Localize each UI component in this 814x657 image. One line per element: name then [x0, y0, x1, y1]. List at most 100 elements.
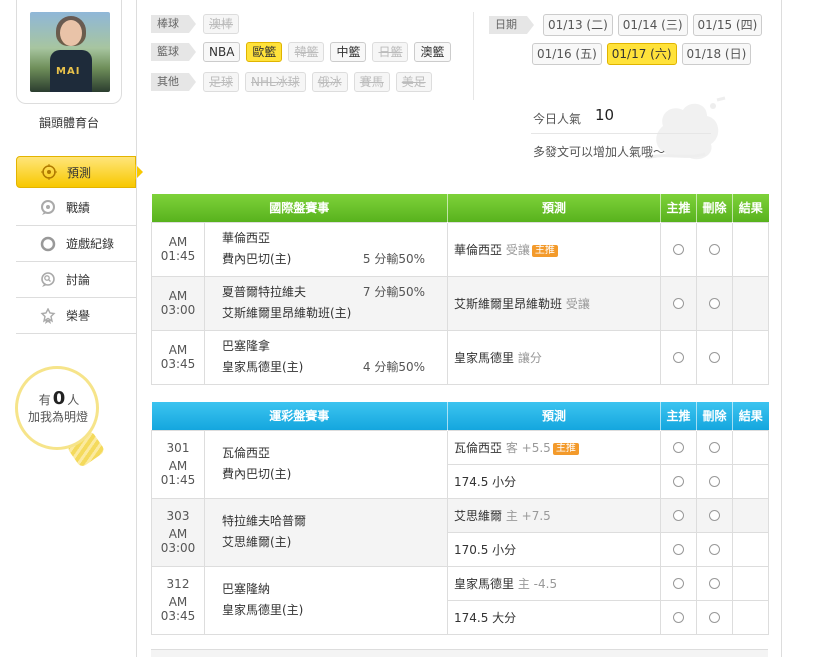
header-result: 結果: [732, 402, 769, 430]
header-game: 運彩盤賽事: [151, 402, 449, 430]
team-home: 費內巴切(主): [222, 252, 292, 266]
avatar-card: MAI: [16, 0, 122, 104]
team-away: 巴塞隆拿: [222, 339, 271, 353]
game-number: 301: [166, 441, 190, 455]
game-time: 301 AM 01:45: [151, 429, 205, 499]
nav-item-game-history[interactable]: 遊戲紀錄: [16, 226, 136, 262]
avatar[interactable]: MAI: [30, 12, 110, 92]
filter-euro-basketball[interactable]: 歐籃: [246, 42, 283, 62]
nav-item-record[interactable]: 戰績: [16, 190, 136, 226]
delete-radio[interactable]: [709, 544, 721, 555]
prediction-total: 174.5 大分: [454, 610, 517, 625]
header-main: 主推: [660, 402, 698, 430]
popularity-divider: [531, 133, 711, 134]
main-pick-radio[interactable]: [673, 612, 685, 623]
date-0114[interactable]: 01/14 (三): [617, 14, 688, 36]
main-pick-radio[interactable]: [673, 476, 685, 487]
followers-count: 有0人: [38, 388, 80, 409]
filter-nhl[interactable]: NHL冰球: [245, 72, 306, 92]
team-home: 費內巴切(主): [222, 467, 292, 481]
nav-item-label: 遊戲紀錄: [66, 237, 115, 251]
table-row: 303 AM 03:00 特拉維夫哈普爾 艾思維爾(主) 艾思維爾 主 +7.5: [151, 497, 770, 567]
date-tag: 日期: [489, 16, 534, 34]
filter-horse-racing[interactable]: 賽馬: [353, 72, 390, 92]
team-away: 瓦倫西亞: [222, 446, 271, 460]
main-pick-radio[interactable]: [673, 510, 685, 521]
result-cell: [732, 565, 770, 601]
filter-aus-baseball[interactable]: 澳棒: [203, 14, 240, 34]
header-delete: 刪除: [696, 402, 734, 430]
date-0115[interactable]: 01/15 (四): [692, 14, 763, 36]
main-pick-radio[interactable]: [673, 544, 685, 555]
filter-row-baseball: 棒球 澳棒: [151, 14, 245, 34]
filter-nba[interactable]: NBA: [203, 42, 241, 62]
delete-radio[interactable]: [709, 442, 721, 453]
team-line: 皇家馬德里(主) 4 分輸50%: [222, 357, 447, 378]
prediction: 華倫西亞 受讓 主推: [447, 221, 662, 277]
table-header-row: 國際盤賽事 預測 主推 刪除 結果: [151, 194, 769, 222]
game-odds: 5 分輸50%: [362, 252, 426, 266]
delete-radio[interactable]: [709, 298, 721, 309]
main-pick-radio[interactable]: [673, 578, 685, 589]
filter-soccer[interactable]: 足球: [203, 72, 240, 92]
table-header-row: 運彩盤賽事 預測 主推 刪除 結果: [151, 402, 769, 430]
delete-radio[interactable]: [709, 578, 721, 589]
filter-aus-basketball[interactable]: 澳籃: [414, 42, 451, 62]
filter-american-football[interactable]: 美足: [395, 72, 432, 92]
main-pick-radio[interactable]: [673, 352, 685, 363]
main-pick-cell: [660, 429, 698, 465]
game-time-text: AM 03:45: [160, 595, 196, 623]
delete-cell: [696, 497, 734, 533]
prediction: 174.5 大分: [447, 599, 662, 635]
delete-radio[interactable]: [709, 244, 721, 255]
date-0116[interactable]: 01/16 (五): [532, 43, 602, 65]
filter-russia-hockey[interactable]: 俄冰: [311, 72, 348, 92]
game-time: AM 03:45: [151, 329, 205, 385]
main-pick-cell: [660, 329, 698, 385]
delete-radio[interactable]: [709, 476, 721, 487]
filter-row-other: 其他 足球 NHL冰球 俄冰 賽馬 美足: [151, 72, 438, 92]
game-teams: 夏普爾特拉維夫 7 分輸50% 艾斯維爾里昂維勒班(主): [203, 275, 449, 331]
date-0118[interactable]: 01/18 (日): [681, 43, 752, 65]
delete-cell: [696, 463, 734, 499]
main-pick-radio[interactable]: [673, 298, 685, 309]
sidebar: MAI 韻頭體育台 預測 戰績 遊戲紀錄 討論 榮譽 有 0 人 加我為明燈: [0, 0, 143, 657]
filter-china-basketball[interactable]: 中籃: [330, 42, 367, 62]
team-line: 費內巴切(主) 5 分輸50%: [222, 249, 447, 270]
light-bulb-widget[interactable]: 有0人 加我為明燈: [15, 366, 107, 476]
sidebar-nav: 預測 戰績 遊戲紀錄 討論 榮譽: [16, 156, 143, 334]
date-0117[interactable]: 01/17 (六): [606, 43, 677, 65]
delete-radio[interactable]: [709, 510, 721, 521]
result-cell: [732, 531, 770, 567]
nav-item-predict[interactable]: 預測: [16, 156, 143, 188]
nav-item-label: 戰績: [66, 201, 91, 215]
date-0113[interactable]: 01/13 (二): [543, 14, 613, 36]
nav-item-discuss[interactable]: 討論: [16, 262, 136, 298]
filter-tag-basketball: 籃球: [151, 43, 196, 61]
team-away: 夏普爾特拉維夫: [222, 285, 307, 299]
profile-nickname: 韻頭體育台: [38, 116, 99, 130]
nav-item-honor[interactable]: 榮譽: [16, 298, 136, 334]
main-pick-badge: 主推: [531, 244, 558, 257]
prediction-team: 艾思維爾: [454, 508, 503, 523]
delete-cell: [696, 221, 734, 277]
main-pick-radio[interactable]: [673, 244, 685, 255]
delete-cell: [696, 531, 734, 567]
team-away: 特拉維夫哈普爾: [222, 514, 307, 528]
prediction-line: 主 -4.5: [517, 576, 558, 591]
delete-radio[interactable]: [709, 352, 721, 363]
date-row-1: 日期 01/13 (二) 01/14 (三) 01/15 (四): [489, 14, 767, 36]
team-line: 巴塞隆拿: [222, 336, 447, 357]
delete-cell: [696, 565, 734, 601]
filter-japan-basketball[interactable]: 日籃: [372, 42, 409, 62]
delete-cell: [696, 599, 734, 635]
game-time: AM 01:45: [151, 221, 205, 277]
game-time: AM 03:00: [151, 275, 205, 331]
team-home: 艾思維爾(主): [222, 535, 292, 549]
team-away: 華倫西亞: [222, 231, 271, 245]
filter-korea-basketball[interactable]: 韓籃: [288, 42, 325, 62]
main-pick-radio[interactable]: [673, 442, 685, 453]
delete-radio[interactable]: [709, 612, 721, 623]
date-row-2: 01/16 (五) 01/17 (六) 01/18 (日): [489, 43, 767, 65]
prediction-type: 受讓: [505, 242, 530, 257]
